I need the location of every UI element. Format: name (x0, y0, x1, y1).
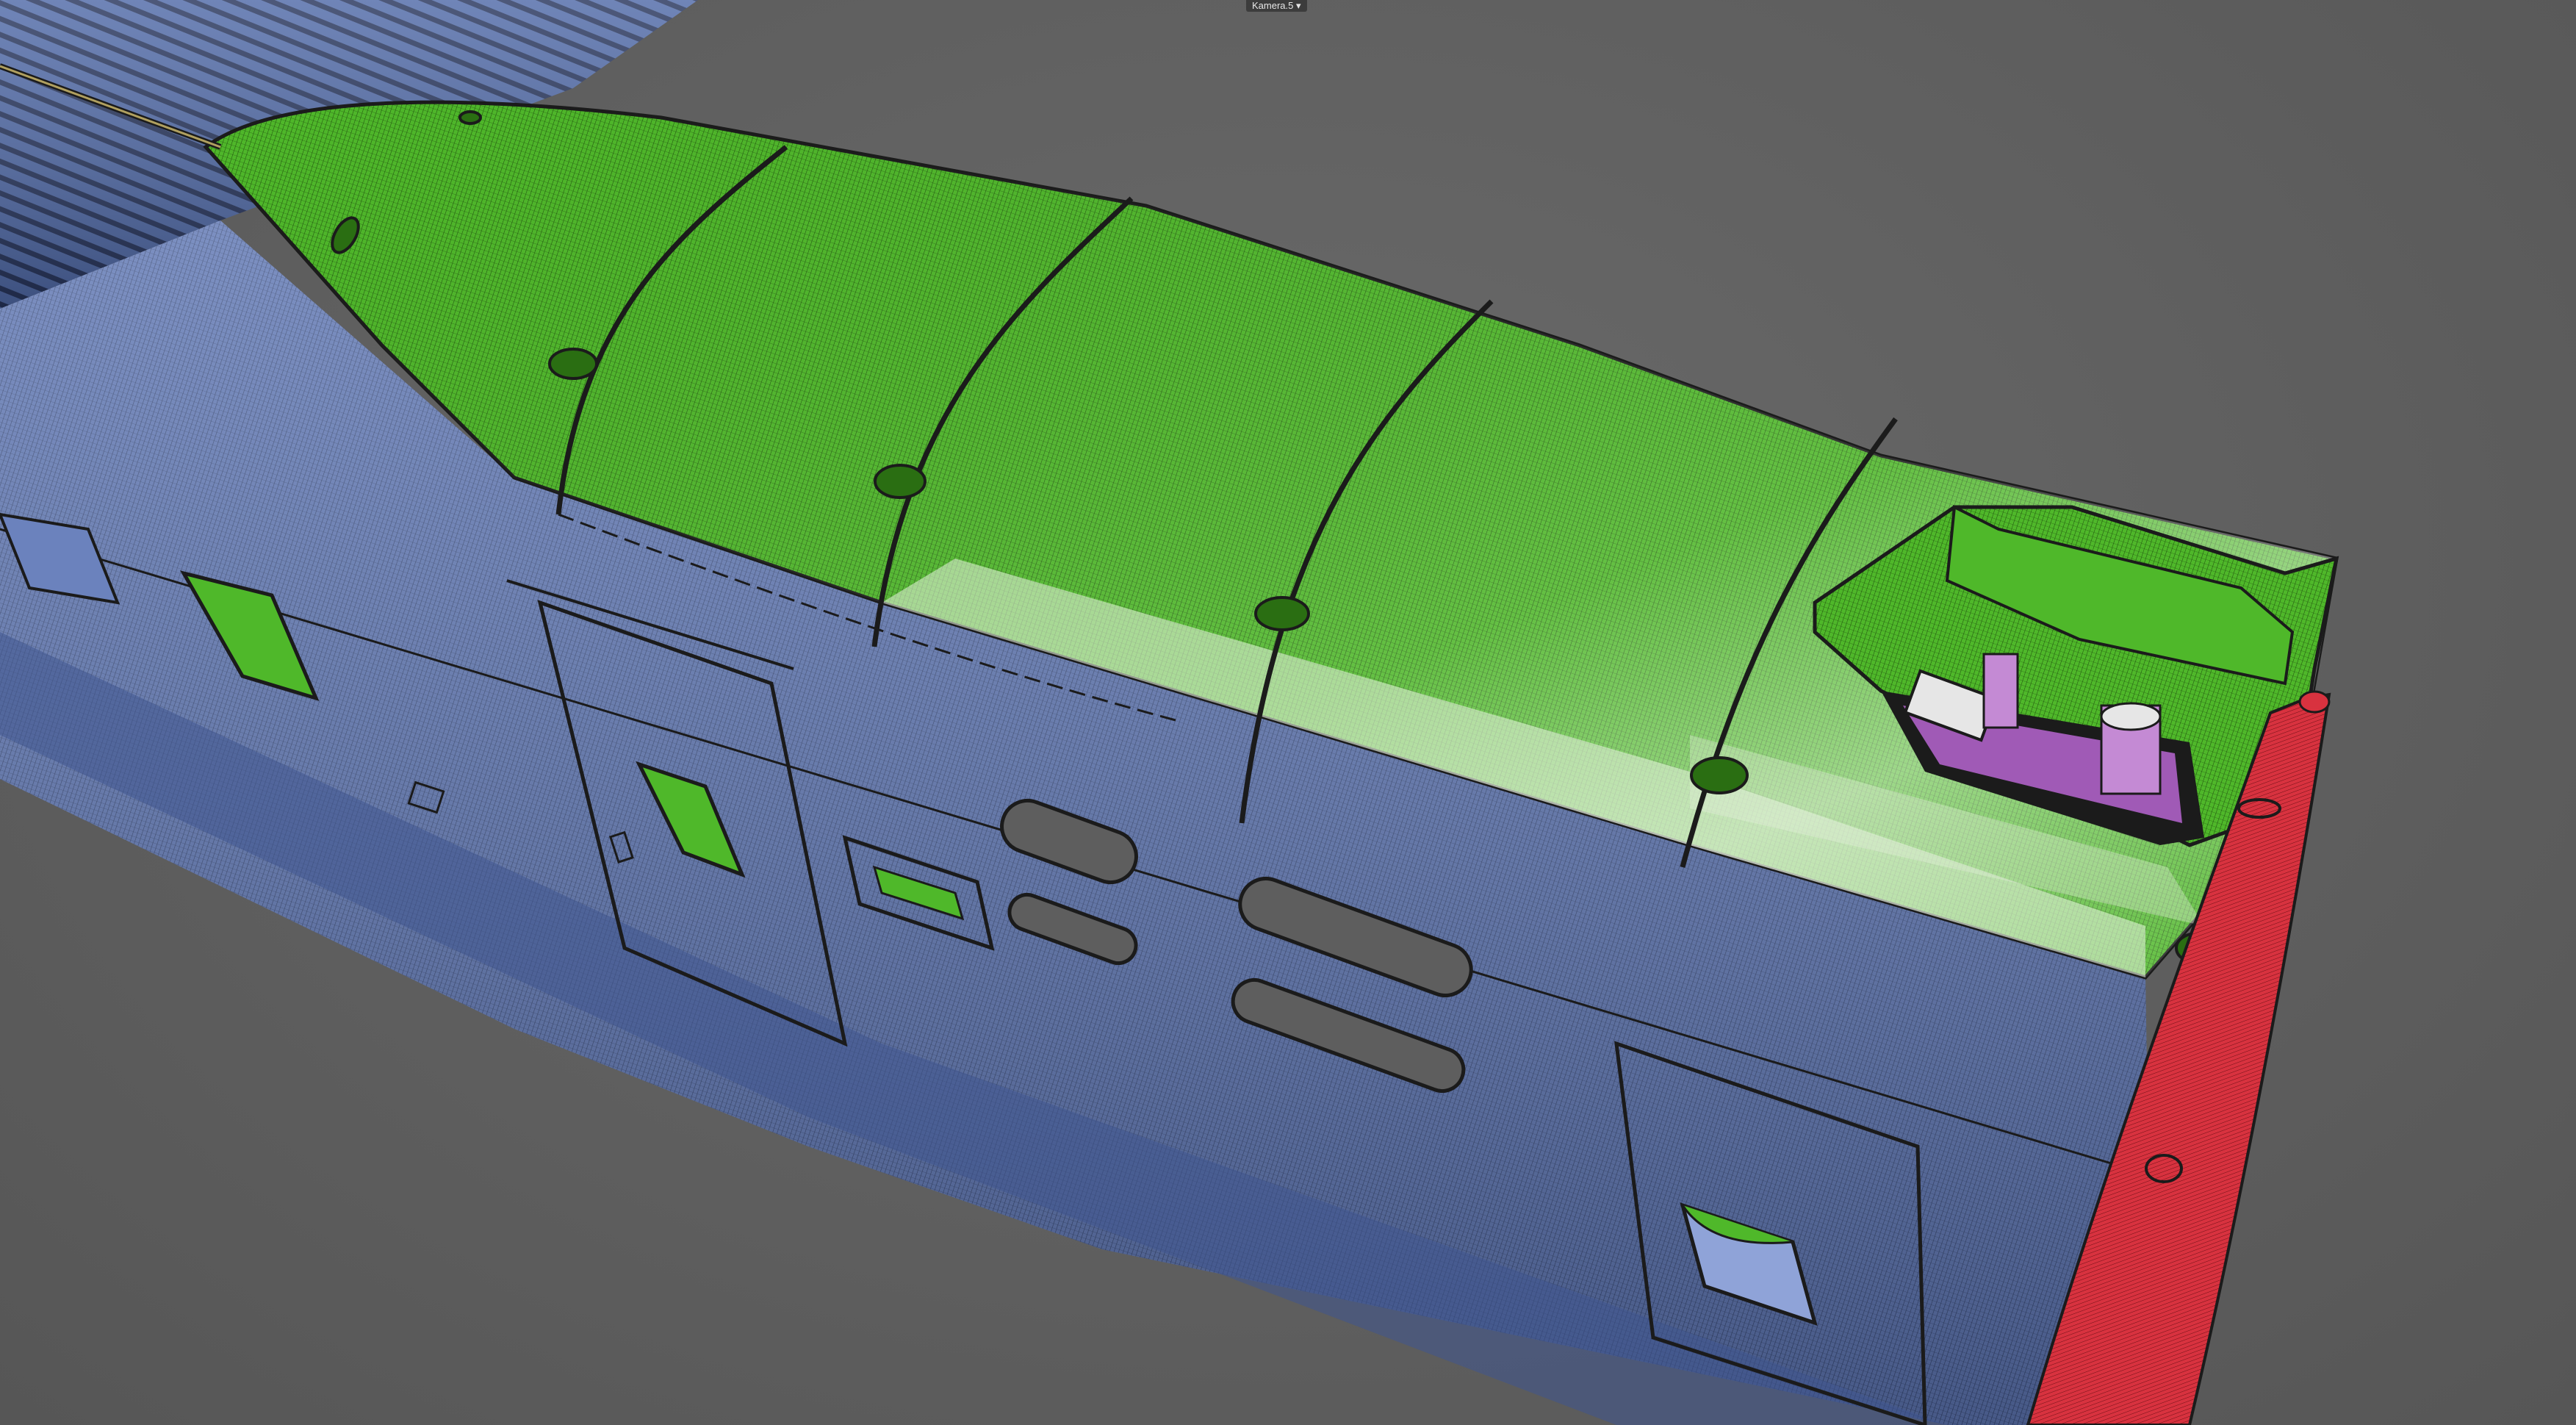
camera-name: Kamera.5 (1252, 0, 1294, 11)
train-car-model[interactable] (0, 0, 2576, 1425)
3d-viewport[interactable]: Kamera.5 ▾ (0, 0, 2576, 1425)
dropdown-arrow-icon: ▾ (1296, 0, 1301, 11)
camera-selector[interactable]: Kamera.5 ▾ (1246, 0, 1307, 12)
